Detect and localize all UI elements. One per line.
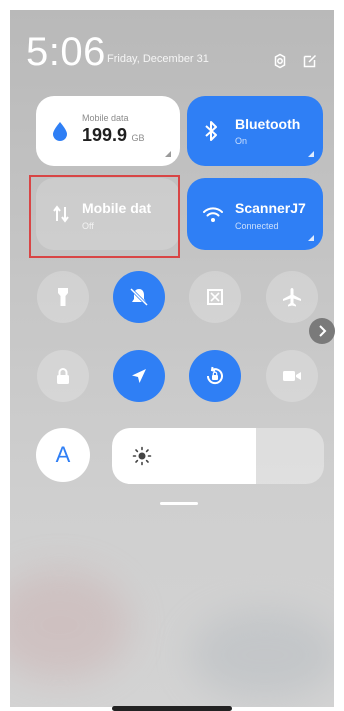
edit-icon[interactable] bbox=[302, 53, 318, 69]
bluetooth-status: On bbox=[235, 136, 248, 146]
screenshot-toggle[interactable] bbox=[189, 271, 241, 323]
airplane-icon bbox=[283, 288, 301, 307]
bell-off-icon bbox=[129, 287, 149, 307]
background-blur bbox=[10, 570, 130, 680]
background-blur bbox=[190, 610, 334, 700]
corner-indicator bbox=[165, 151, 171, 157]
data-arrows-icon bbox=[53, 205, 69, 223]
mobile-data-title: Mobile dat bbox=[82, 200, 152, 216]
screen-record-toggle[interactable] bbox=[266, 350, 318, 402]
clock-date: Friday, December 31 bbox=[107, 53, 209, 65]
video-icon bbox=[283, 371, 301, 381]
rotate-lock-icon bbox=[206, 366, 223, 385]
gear-icon[interactable] bbox=[272, 53, 288, 69]
home-indicator[interactable] bbox=[112, 706, 232, 711]
chevron-right-icon bbox=[319, 325, 327, 337]
auto-brightness-button[interactable]: A bbox=[36, 428, 90, 482]
brightness-slider[interactable] bbox=[112, 428, 324, 484]
airplane-toggle[interactable] bbox=[266, 271, 318, 323]
corner-indicator bbox=[308, 151, 314, 157]
lock-toggle[interactable] bbox=[37, 350, 89, 402]
bluetooth-tile[interactable]: Bluetooth On bbox=[187, 96, 323, 166]
wifi-icon bbox=[203, 207, 223, 222]
drag-handle[interactable] bbox=[160, 502, 198, 505]
clock-time: 5:06 bbox=[26, 30, 106, 74]
location-arrow-icon bbox=[132, 369, 146, 383]
flashlight-toggle[interactable] bbox=[37, 271, 89, 323]
bluetooth-icon bbox=[205, 121, 217, 141]
data-usage-label: Mobile data bbox=[82, 113, 129, 123]
wifi-tile[interactable]: ScannerJ7 Connected bbox=[187, 178, 323, 250]
water-drop-icon bbox=[53, 122, 67, 141]
data-usage-tile[interactable]: Mobile data 199.9 GB bbox=[36, 96, 180, 166]
bluetooth-title: Bluetooth bbox=[235, 116, 301, 132]
lock-icon bbox=[57, 368, 69, 384]
auto-brightness-label: A bbox=[55, 442, 71, 467]
sun-icon bbox=[132, 446, 152, 466]
silent-toggle[interactable] bbox=[113, 271, 165, 323]
data-usage-value: 199.9 bbox=[82, 125, 128, 145]
data-usage-unit: GB bbox=[131, 133, 145, 143]
auto-rotate-toggle[interactable] bbox=[189, 350, 241, 402]
mobile-data-status: Off bbox=[82, 221, 94, 231]
wifi-status: Connected bbox=[235, 221, 279, 231]
mobile-data-tile[interactable]: Mobile dat Off bbox=[36, 178, 180, 250]
flashlight-icon bbox=[58, 288, 68, 306]
location-toggle[interactable] bbox=[113, 350, 165, 402]
data-usage-amount: 199.9 GB bbox=[82, 125, 145, 146]
wifi-title: ScannerJ7 bbox=[235, 200, 306, 216]
expand-arrow-button[interactable] bbox=[309, 318, 335, 344]
corner-indicator bbox=[308, 235, 314, 241]
screenshot-icon bbox=[207, 289, 223, 305]
